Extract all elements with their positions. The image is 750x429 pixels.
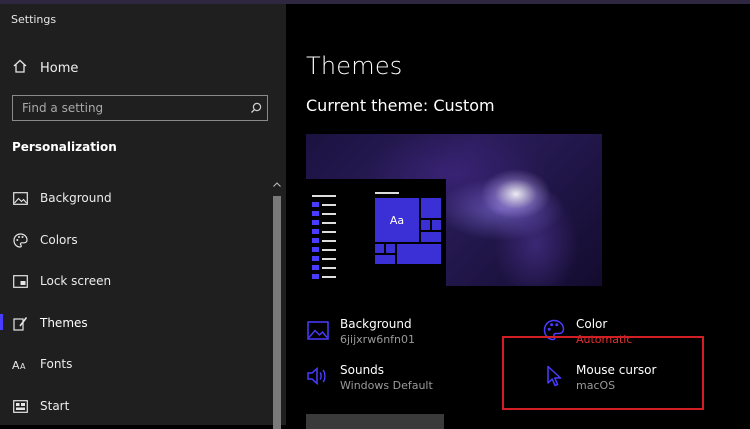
scrollbar-thumb[interactable] [273,196,281,429]
current-theme-heading: Current theme: Custom [306,96,495,115]
scroll-up-arrow[interactable] [272,180,282,188]
image-icon [12,190,28,206]
sidebar-item-label: Start [40,399,70,413]
sidebar-item-label: Background [40,191,112,205]
sidebar-item-fonts[interactable]: AA Fonts [12,353,262,375]
home-label: Home [40,60,79,76]
sidebar-item-label: Fonts [40,357,73,371]
preview-tile [421,198,441,218]
sidebar: Settings Home Personalization Background… [0,4,286,429]
theme-preview: Aa [306,134,602,286]
palette-icon [12,232,28,248]
highlight-box [502,336,704,410]
lock-screen-icon [12,273,28,289]
search-input[interactable] [13,96,245,120]
preview-tile [432,220,441,230]
preview-tile [375,244,384,253]
image-icon [306,318,330,342]
sidebar-item-start[interactable]: Start [12,395,262,417]
home-icon [12,58,28,78]
app-title: Settings [11,13,57,26]
sidebar-item-colors[interactable]: Colors [12,229,262,251]
svg-text:A: A [20,362,26,371]
save-theme-button[interactable] [306,414,444,429]
preview-window: Aa [306,179,446,286]
preview-tile [386,244,395,253]
preview-tile-aa: Aa [375,198,419,242]
font-icon: AA [12,356,28,372]
sidebar-item-label: Lock screen [40,274,112,288]
sidebar-item-label: Themes [40,316,88,330]
start-icon [12,398,28,414]
sounds-setting[interactable]: Sounds Windows Default [306,362,433,394]
preview-tile [421,232,441,242]
background-setting[interactable]: Background 6jijxrw6nfn01 [306,316,415,348]
speaker-icon [306,364,330,388]
preview-tile [421,220,430,230]
background-label: Background [340,317,412,331]
sidebar-item-background[interactable]: Background [12,187,262,209]
sounds-value: Windows Default [340,379,433,392]
sidebar-item-lock-screen[interactable]: Lock screen [12,270,262,292]
sidebar-item-themes[interactable]: Themes [12,312,262,334]
background-value: 6jijxrw6nfn01 [340,333,416,346]
sounds-label: Sounds [340,363,385,377]
home-nav-item[interactable]: Home [12,58,78,78]
page-title: Themes [306,52,403,80]
search-icon[interactable] [245,97,267,119]
active-indicator [0,314,3,330]
svg-text:A: A [12,359,20,371]
preview-tile [397,244,441,264]
search-box[interactable] [12,95,268,121]
preview-tile [375,255,395,264]
brush-icon [12,315,28,331]
sidebar-item-label: Colors [40,233,78,247]
color-label: Color [576,317,608,331]
preview-tile-header [375,192,399,194]
section-title: Personalization [12,140,117,154]
